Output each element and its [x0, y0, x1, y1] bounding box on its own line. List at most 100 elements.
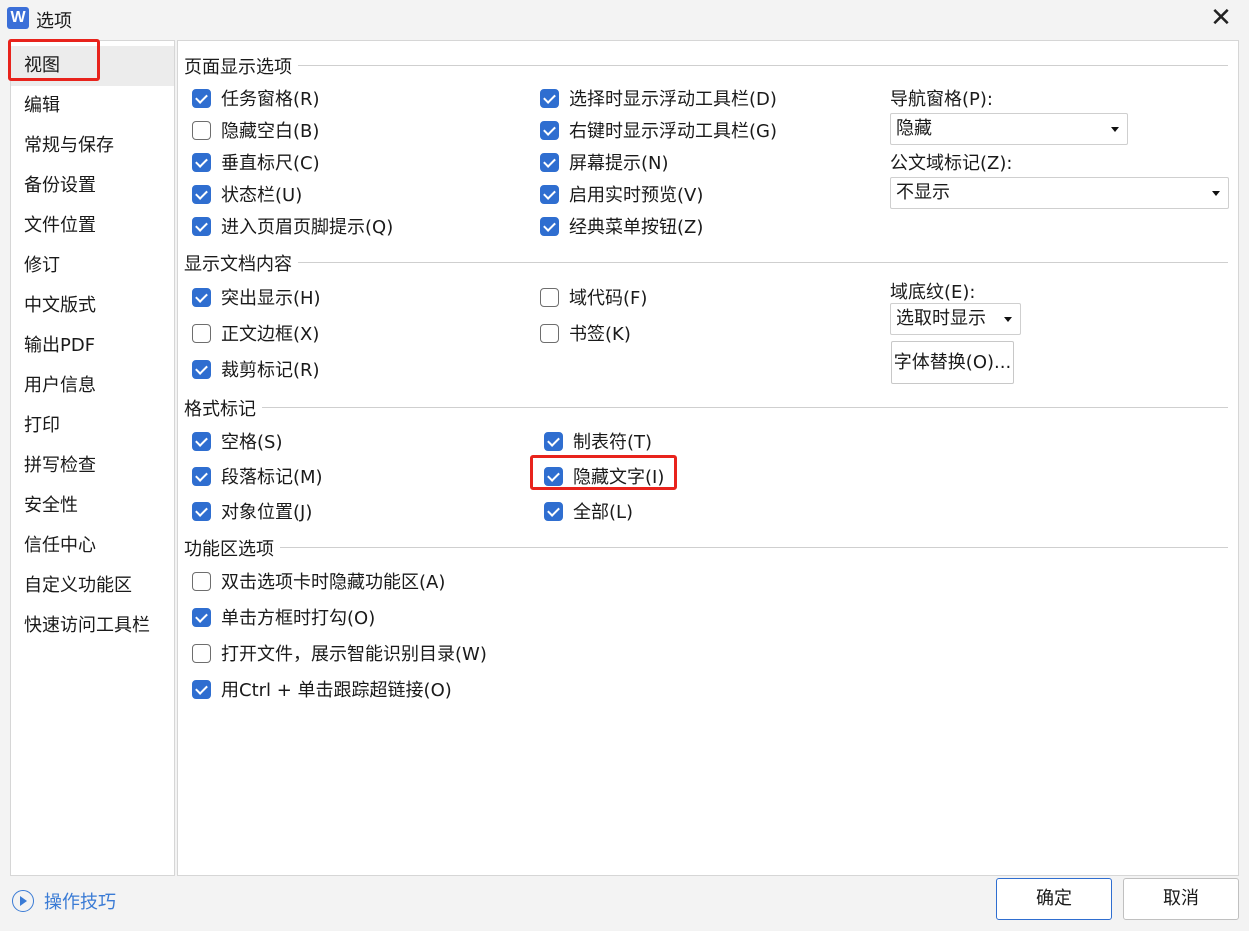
- sidebar-item-chinese-layout[interactable]: 中文版式: [11, 286, 174, 326]
- sidebar-item-backup[interactable]: 备份设置: [11, 166, 174, 206]
- sidebar-item-general-save[interactable]: 常规与保存: [11, 126, 174, 166]
- checkbox-label: 垂直标尺(C): [221, 153, 320, 174]
- sidebar-item-revision[interactable]: 修订: [11, 246, 174, 286]
- sidebar-item-edit[interactable]: 编辑: [11, 86, 174, 126]
- doc-field-mark-select[interactable]: 不显示: [890, 177, 1229, 209]
- checkbox-label: 隐藏文字(I): [573, 467, 665, 488]
- cancel-button[interactable]: 取消: [1123, 878, 1239, 920]
- checkbox-paragraph-marks[interactable]: 段落标记(M): [192, 463, 323, 489]
- checkbox-screen-tips[interactable]: 屏幕提示(N): [540, 149, 669, 175]
- checkbox-box[interactable]: [192, 216, 211, 236]
- checkbox-object-anchors[interactable]: 对象位置(J): [192, 498, 312, 524]
- window-title: 选项: [36, 11, 72, 32]
- checkbox-tab-characters[interactable]: 制表符(T): [544, 428, 652, 454]
- checkbox-box[interactable]: [192, 643, 211, 663]
- section-title-format-marks: 格式标记: [184, 395, 262, 421]
- section-title-ribbon: 功能区选项: [184, 535, 280, 561]
- nav-pane-value: 隐藏: [896, 118, 932, 139]
- checkbox-box[interactable]: [192, 323, 211, 343]
- checkbox-box[interactable]: [192, 184, 211, 204]
- checkbox-label: 段落标记(M): [221, 467, 323, 488]
- checkbox-text-boundaries[interactable]: 正文边框(X): [192, 320, 319, 346]
- checkbox-box[interactable]: [192, 120, 211, 140]
- checkbox-floating-toolbar-select[interactable]: 选择时显示浮动工具栏(D): [540, 85, 777, 111]
- checkbox-box[interactable]: [540, 184, 559, 204]
- play-circle-icon: [12, 890, 34, 912]
- checkbox-field-codes[interactable]: 域代码(F): [540, 284, 647, 310]
- checkbox-show-all[interactable]: 全部(L): [544, 498, 633, 524]
- doc-field-mark-label: 公文域标记(Z):: [890, 153, 1013, 174]
- section-title-page-display: 页面显示选项: [184, 53, 298, 79]
- nav-pane-select[interactable]: 隐藏: [890, 113, 1128, 145]
- checkbox-label: 隐藏空白(B): [221, 121, 320, 142]
- checkbox-box[interactable]: [192, 679, 211, 699]
- checkbox-classic-menu[interactable]: 经典菜单按钮(Z): [540, 213, 703, 239]
- checkbox-live-preview[interactable]: 启用实时预览(V): [540, 181, 703, 207]
- checkbox-box[interactable]: [544, 431, 563, 451]
- checkbox-box[interactable]: [192, 431, 211, 451]
- checkbox-highlight[interactable]: 突出显示(H): [192, 284, 321, 310]
- field-shading-label: 域底纹(E):: [890, 282, 976, 303]
- sidebar-item-spell-check[interactable]: 拼写检查: [11, 446, 174, 486]
- checkbox-label: 单击方框时打勾(O): [221, 608, 376, 629]
- ok-button[interactable]: 确定: [996, 878, 1112, 920]
- checkbox-task-pane[interactable]: 任务窗格(R): [192, 85, 320, 111]
- checkbox-vertical-ruler[interactable]: 垂直标尺(C): [192, 149, 320, 175]
- checkbox-label: 打开文件，展示智能识别目录(W): [221, 644, 487, 665]
- checkbox-ctrl-click-hyperlink[interactable]: 用Ctrl + 单击跟踪超链接(O): [192, 676, 452, 702]
- sidebar-item-custom-ribbon[interactable]: 自定义功能区: [11, 566, 174, 606]
- checkbox-box[interactable]: [540, 323, 559, 343]
- checkbox-box[interactable]: [192, 152, 211, 172]
- checkbox-dblclick-hide-ribbon[interactable]: 双击选项卡时隐藏功能区(A): [192, 568, 445, 594]
- sidebar-item-export-pdf[interactable]: 输出PDF: [11, 326, 174, 366]
- checkbox-label: 经典菜单按钮(Z): [569, 217, 704, 238]
- checkbox-bookmarks[interactable]: 书签(K): [540, 320, 631, 346]
- close-icon[interactable]: ✕: [1201, 4, 1241, 34]
- checkbox-spaces[interactable]: 空格(S): [192, 428, 282, 454]
- checkbox-label: 启用实时预览(V): [569, 185, 704, 206]
- checkbox-label: 选择时显示浮动工具栏(D): [569, 89, 777, 110]
- section-divider: [184, 407, 1228, 408]
- checkbox-label: 进入页眉页脚提示(Q): [221, 217, 394, 238]
- checkbox-floating-toolbar-right-click[interactable]: 右键时显示浮动工具栏(G): [540, 117, 777, 143]
- checkbox-hidden-text[interactable]: 隐藏文字(I): [544, 463, 664, 489]
- checkbox-box[interactable]: [544, 501, 563, 521]
- checkbox-box[interactable]: [192, 501, 211, 521]
- checkbox-label: 右键时显示浮动工具栏(G): [569, 121, 777, 142]
- sidebar-item-user-info[interactable]: 用户信息: [11, 366, 174, 406]
- checkbox-box[interactable]: [192, 359, 211, 379]
- checkbox-label: 屏幕提示(N): [569, 153, 669, 174]
- checkbox-crop-marks[interactable]: 裁剪标记(R): [192, 356, 320, 382]
- checkbox-label: 空格(S): [221, 432, 283, 453]
- checkbox-label: 正文边框(X): [221, 324, 320, 345]
- sidebar-item-file-location[interactable]: 文件位置: [11, 206, 174, 246]
- checkbox-box[interactable]: [192, 571, 211, 591]
- sidebar-item-security[interactable]: 安全性: [11, 486, 174, 526]
- checkbox-box[interactable]: [540, 120, 559, 140]
- checkbox-box[interactable]: [192, 88, 211, 108]
- chevron-down-icon: [1004, 317, 1012, 322]
- checkbox-box[interactable]: [540, 216, 559, 236]
- checkbox-box[interactable]: [192, 607, 211, 627]
- sidebar-item-quick-access[interactable]: 快速访问工具栏: [11, 606, 174, 646]
- checkbox-box[interactable]: [192, 466, 211, 486]
- checkbox-header-footer-hint[interactable]: 进入页眉页脚提示(Q): [192, 213, 393, 239]
- sidebar-item-view[interactable]: 视图: [11, 46, 174, 86]
- checkbox-click-to-check[interactable]: 单击方框时打勾(O): [192, 604, 375, 630]
- tips-link[interactable]: 操作技巧: [12, 888, 116, 914]
- checkbox-hide-whitespace[interactable]: 隐藏空白(B): [192, 117, 319, 143]
- checkbox-status-bar[interactable]: 状态栏(U): [192, 181, 302, 207]
- field-shading-select[interactable]: 选取时显示: [890, 303, 1021, 335]
- field-shading-value: 选取时显示: [896, 308, 986, 329]
- sidebar-item-print[interactable]: 打印: [11, 406, 174, 446]
- checkbox-box[interactable]: [540, 287, 559, 307]
- checkbox-box[interactable]: [192, 287, 211, 307]
- checkbox-box[interactable]: [540, 88, 559, 108]
- checkbox-label: 书签(K): [569, 324, 631, 345]
- checkbox-smart-toc[interactable]: 打开文件，展示智能识别目录(W): [192, 640, 487, 666]
- options-panel: 页面显示选项 任务窗格(R) 隐藏空白(B) 垂直标尺(C) 状态栏(U) 进入…: [177, 40, 1239, 876]
- font-substitution-button[interactable]: 字体替换(O)...: [891, 341, 1014, 384]
- sidebar-item-trust-center[interactable]: 信任中心: [11, 526, 174, 566]
- checkbox-box[interactable]: [540, 152, 559, 172]
- checkbox-box[interactable]: [544, 466, 563, 486]
